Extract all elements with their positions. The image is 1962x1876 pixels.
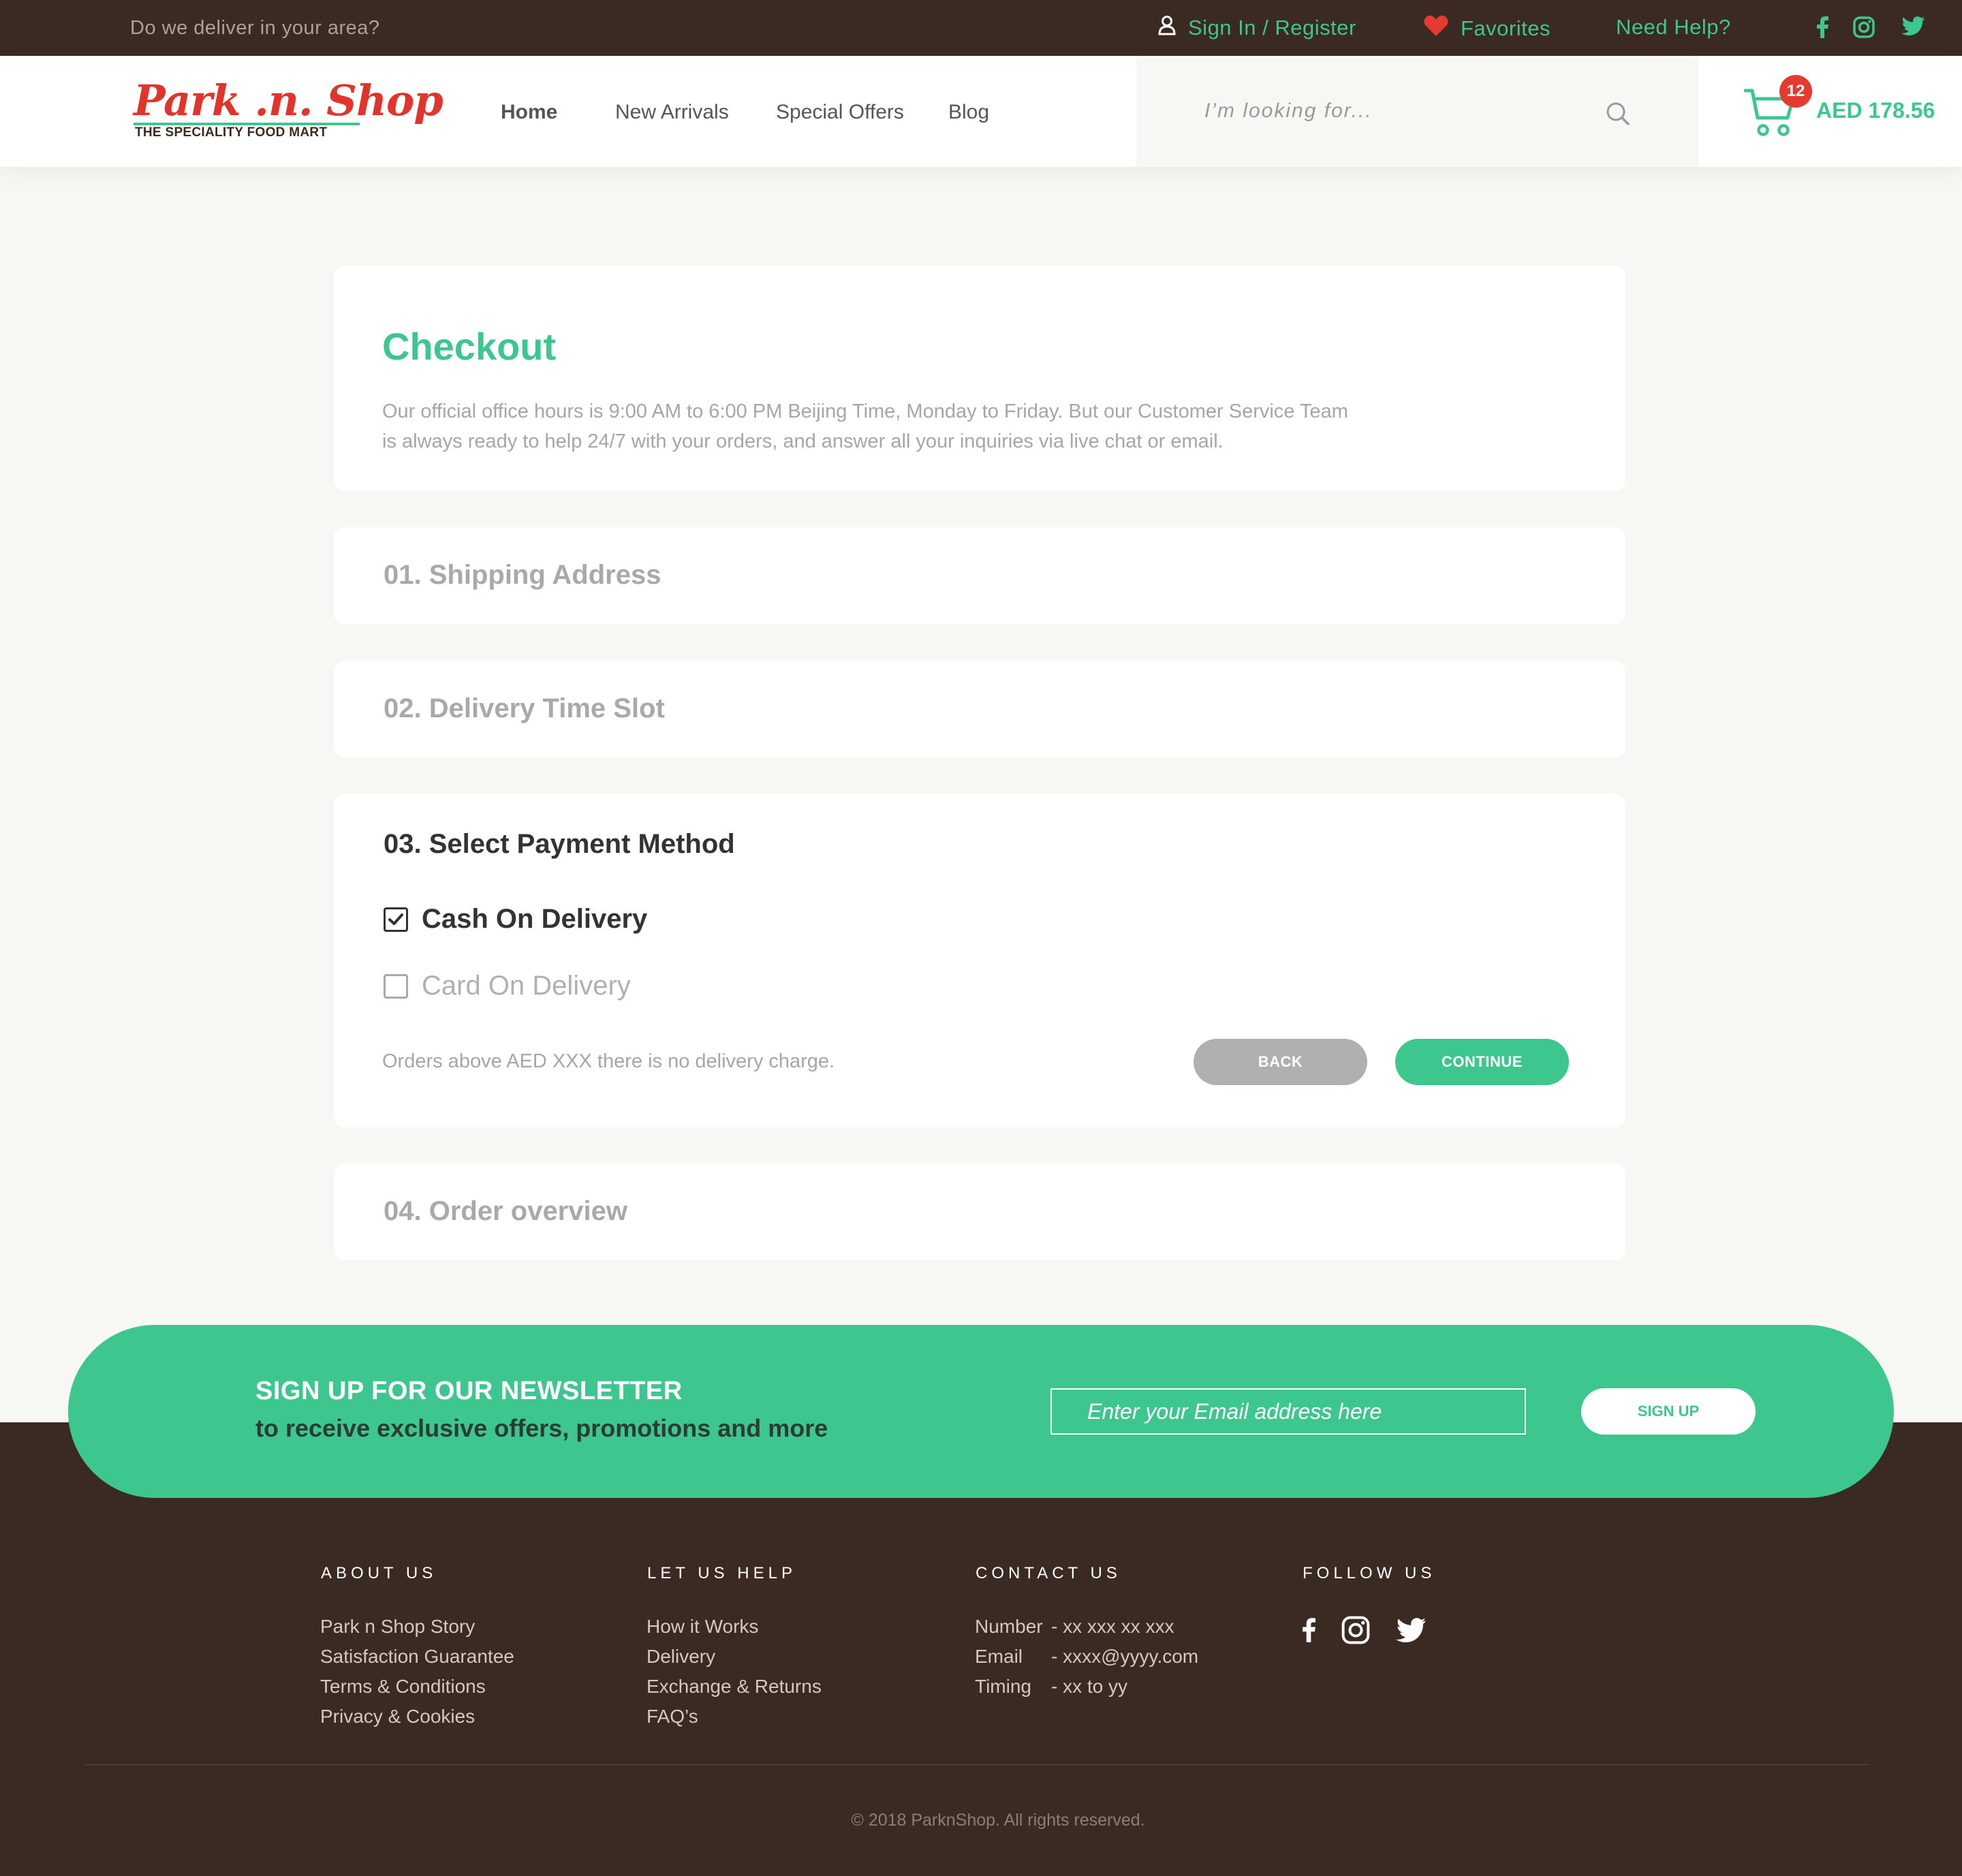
newsletter-signup-button[interactable]: SIGN UP [1581,1388,1756,1435]
main-header: Park .n. Shop THE SPECIALITY FOOD MART H… [0,56,1962,167]
contact-email: Email - xxxx@yyyy.com [975,1642,1198,1672]
cart-total[interactable]: AED 178.56 [1816,98,1935,123]
footer-link-delivery[interactable]: Delivery [647,1642,822,1672]
step-delivery-time-slot[interactable]: 02. Delivery Time Slot [334,661,1625,757]
back-button[interactable]: BACK [1194,1039,1367,1085]
delivery-area-link[interactable]: Do we deliver in your area? [130,17,380,40]
heart-icon [1424,15,1448,42]
payment-option-label: Card On Delivery [422,971,631,1001]
footer-help-column: LET US HELP How it Works Delivery Exchan… [647,1564,822,1732]
twitter-icon[interactable] [1901,16,1925,39]
footer-heading: CONTACT US [976,1564,1121,1582]
delivery-charge-note: Orders above AED XXX there is no deliver… [382,1050,835,1072]
footer-link-faq[interactable]: FAQ’s [647,1702,822,1732]
newsletter-email-input[interactable] [1050,1388,1526,1435]
logo-script: Park .n. Shop [134,76,443,125]
sign-in-label: Sign In / Register [1188,16,1356,40]
footer-contact-column: CONTACT US Number - xx xxx xx xxx Email … [975,1564,1198,1702]
instagram-icon[interactable] [1341,1616,1370,1648]
footer-heading: LET US HELP [647,1564,796,1582]
footer-heading: FOLLOW US [1303,1564,1436,1582]
contact-key: Number [975,1616,1043,1637]
user-icon [1158,15,1176,41]
footer-divider [84,1764,1869,1765]
instagram-icon[interactable] [1853,16,1875,42]
contact-value[interactable]: - xxxx@yyyy.com [1051,1642,1198,1672]
payment-option-cash[interactable]: Cash On Delivery [384,904,647,935]
newsletter-title: SIGN UP FOR OUR NEWSLETTER [255,1377,683,1405]
search-bar [1136,56,1698,167]
contact-key: Timing [975,1676,1031,1697]
contact-timing: Timing - xx to yy [975,1672,1198,1702]
footer-about-column: ABOUT US Park n Shop Story Satisfaction … [320,1564,514,1732]
favorites-link[interactable]: Favorites [1424,15,1551,42]
step-shipping-address[interactable]: 01. Shipping Address [334,527,1625,624]
footer-link-guarantee[interactable]: Satisfaction Guarantee [320,1642,514,1672]
footer-link-exchange[interactable]: Exchange & Returns [647,1672,822,1702]
newsletter-banner: SIGN UP FOR OUR NEWSLETTER to receive ex… [68,1325,1894,1498]
contact-number: Number - xx xxx xx xxx [975,1612,1198,1642]
top-bar: Do we deliver in your area? Sign In / Re… [0,0,1962,56]
newsletter-subtitle: to receive exclusive offers, promotions … [255,1414,828,1442]
footer-follow-column: FOLLOW US [1302,1564,1435,1648]
search-icon[interactable] [1605,101,1631,130]
favorites-label: Favorites [1461,16,1551,40]
search-input[interactable] [1204,94,1613,128]
twitter-icon[interactable] [1396,1618,1426,1646]
footer-social-icons [1302,1616,1435,1648]
footer-heading: ABOUT US [321,1564,437,1582]
step-title: 02. Delivery Time Slot [384,693,665,723]
page-title: Checkout [382,325,557,368]
nav-special-offers[interactable]: Special Offers [776,101,904,124]
footer-link-terms[interactable]: Terms & Conditions [320,1672,514,1702]
contact-value: - xx xxx xx xxx [1051,1616,1174,1637]
footer-link-story[interactable]: Park n Shop Story [320,1612,514,1642]
step-payment-method: 03. Select Payment Method Cash On Delive… [334,794,1625,1127]
contact-value: - xx to yy [1051,1676,1128,1697]
step-title: 03. Select Payment Method [384,829,735,859]
checkout-description: Our official office hours is 9:00 AM to … [382,401,1348,452]
nav-home[interactable]: Home [501,101,557,124]
payment-option-card[interactable]: Card On Delivery [384,971,631,1001]
nav-new-arrivals[interactable]: New Arrivals [615,101,729,124]
continue-button[interactable]: CONTINUE [1395,1039,1569,1085]
facebook-icon[interactable] [1302,1616,1315,1647]
step-title: 04. Order overview [384,1196,627,1226]
park-n-shop-logo[interactable]: Park .n. Shop THE SPECIALITY FOOD MART [134,76,443,144]
checkout-intro-card: Checkout Our official office hours is 9:… [334,266,1625,491]
nav-blog[interactable]: Blog [948,101,989,124]
cart-count-badge: 12 [1779,75,1812,108]
copyright-text: © 2018 ParknShop. All rights reserved. [851,1811,1145,1830]
step-title: 01. Shipping Address [384,560,661,590]
logo-tagline: THE SPECIALITY FOOD MART [135,125,328,140]
step-order-overview[interactable]: 04. Order overview [334,1163,1625,1260]
checkbox-checked-icon[interactable] [384,907,408,932]
footer-link-privacy[interactable]: Privacy & Cookies [320,1702,514,1732]
footer-link-how-it-works[interactable]: How it Works [647,1612,822,1642]
checkbox-empty-icon[interactable] [384,973,408,999]
need-help-link[interactable]: Need Help? [1616,15,1731,40]
payment-option-label: Cash On Delivery [422,904,648,934]
contact-key: Email [975,1646,1023,1667]
facebook-icon[interactable] [1816,16,1828,42]
sign-in-register-link[interactable]: Sign In / Register [1158,15,1356,41]
